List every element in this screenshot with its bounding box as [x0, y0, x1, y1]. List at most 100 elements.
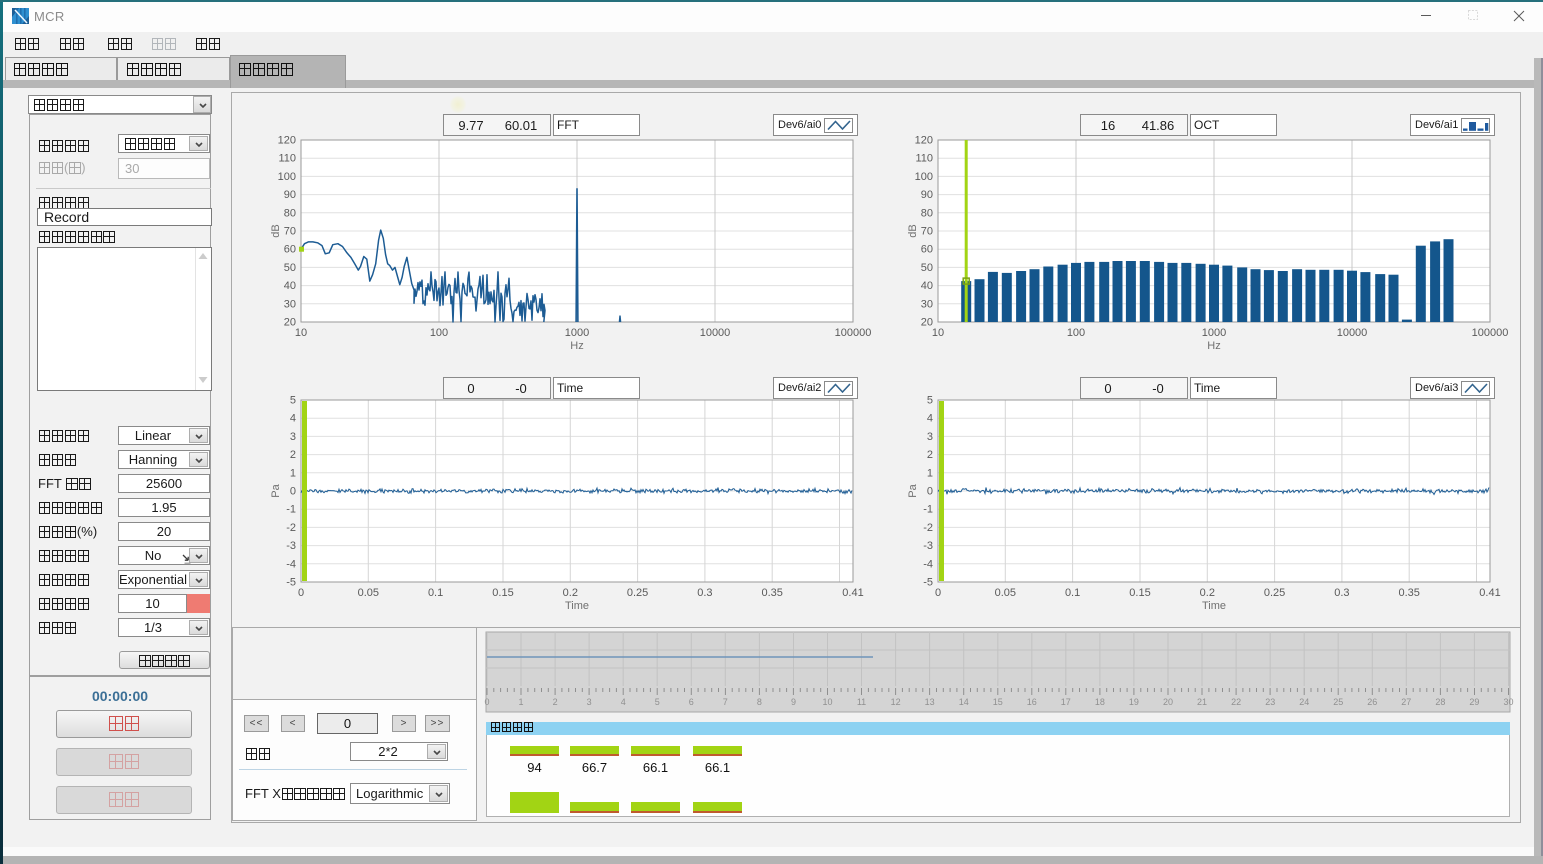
- svg-text:0.15: 0.15: [1129, 587, 1150, 599]
- svg-text:-1: -1: [286, 504, 296, 516]
- svg-text:-4: -4: [286, 558, 296, 570]
- svg-text:18: 18: [1095, 697, 1105, 707]
- svg-text:29: 29: [1469, 697, 1479, 707]
- svg-text:80: 80: [921, 207, 933, 219]
- svg-text:1000: 1000: [1202, 327, 1226, 339]
- svg-text:50: 50: [921, 262, 933, 274]
- svg-text:70: 70: [921, 226, 933, 238]
- svg-text:120: 120: [915, 135, 933, 147]
- svg-text:14: 14: [959, 697, 969, 707]
- svg-text:0.25: 0.25: [627, 587, 648, 599]
- svg-text:10: 10: [932, 327, 944, 339]
- svg-text:0.3: 0.3: [1334, 587, 1349, 599]
- svg-text:Pa: Pa: [270, 483, 282, 497]
- svg-text:0: 0: [927, 486, 933, 498]
- svg-text:0: 0: [935, 587, 941, 599]
- svg-text:4: 4: [290, 413, 296, 425]
- svg-text:2: 2: [927, 449, 933, 461]
- svg-text:10000: 10000: [700, 327, 731, 339]
- svg-text:60: 60: [921, 244, 933, 256]
- svg-text:6: 6: [689, 697, 694, 707]
- svg-text:0: 0: [484, 697, 489, 707]
- svg-text:2: 2: [290, 449, 296, 461]
- svg-text:3: 3: [290, 431, 296, 443]
- svg-text:100: 100: [1067, 327, 1085, 339]
- svg-text:0.25: 0.25: [1264, 587, 1285, 599]
- svg-text:100000: 100000: [835, 327, 872, 339]
- svg-text:0.2: 0.2: [1200, 587, 1215, 599]
- svg-text:19: 19: [1129, 697, 1139, 707]
- svg-text:20: 20: [1163, 697, 1173, 707]
- svg-text:4: 4: [927, 413, 933, 425]
- svg-text:11: 11: [857, 697, 866, 707]
- svg-text:0: 0: [290, 486, 296, 498]
- svg-text:9: 9: [791, 697, 796, 707]
- svg-text:-5: -5: [286, 577, 296, 589]
- svg-text:28: 28: [1435, 697, 1445, 707]
- svg-text:dB: dB: [270, 224, 282, 237]
- svg-text:21: 21: [1197, 697, 1207, 707]
- svg-text:110: 110: [915, 153, 933, 165]
- svg-text:90: 90: [284, 189, 296, 201]
- svg-text:-1: -1: [923, 504, 933, 516]
- svg-text:15: 15: [993, 697, 1003, 707]
- svg-text:0.35: 0.35: [1398, 587, 1419, 599]
- svg-text:22: 22: [1231, 697, 1241, 707]
- svg-text:Hz: Hz: [1207, 340, 1220, 352]
- svg-text:0.1: 0.1: [1065, 587, 1080, 599]
- svg-text:12: 12: [891, 697, 901, 707]
- svg-text:40: 40: [284, 280, 296, 292]
- svg-text:Time: Time: [1202, 600, 1226, 612]
- svg-text:Hz: Hz: [570, 340, 583, 352]
- svg-text:50: 50: [284, 262, 296, 274]
- svg-text:dB: dB: [907, 224, 919, 237]
- svg-text:90: 90: [921, 189, 933, 201]
- svg-text:23: 23: [1265, 697, 1275, 707]
- svg-text:70: 70: [284, 226, 296, 238]
- svg-text:120: 120: [278, 135, 296, 147]
- svg-text:110: 110: [278, 153, 296, 165]
- svg-text:100: 100: [915, 171, 933, 183]
- svg-text:0.15: 0.15: [492, 587, 513, 599]
- svg-text:0.41: 0.41: [842, 587, 863, 599]
- svg-text:13: 13: [925, 697, 935, 707]
- svg-text:5: 5: [290, 395, 296, 407]
- svg-text:16: 16: [1027, 697, 1037, 707]
- svg-text:100000: 100000: [1472, 327, 1509, 339]
- svg-text:5: 5: [927, 395, 933, 407]
- svg-text:-4: -4: [923, 558, 933, 570]
- svg-text:10: 10: [822, 697, 832, 707]
- svg-text:100: 100: [430, 327, 448, 339]
- svg-text:0: 0: [298, 587, 304, 599]
- svg-text:0.05: 0.05: [995, 587, 1016, 599]
- svg-text:Pa: Pa: [907, 483, 919, 497]
- svg-text:0.2: 0.2: [563, 587, 578, 599]
- svg-text:0.1: 0.1: [428, 587, 443, 599]
- svg-text:3: 3: [587, 697, 592, 707]
- svg-text:0.41: 0.41: [1479, 587, 1500, 599]
- svg-text:Time: Time: [565, 600, 589, 612]
- svg-text:1: 1: [927, 467, 933, 479]
- svg-text:0.05: 0.05: [358, 587, 379, 599]
- svg-text:26: 26: [1367, 697, 1377, 707]
- svg-text:-2: -2: [923, 522, 933, 534]
- svg-text:0.3: 0.3: [697, 587, 712, 599]
- svg-text:30: 30: [921, 298, 933, 310]
- svg-text:5: 5: [655, 697, 660, 707]
- svg-text:30: 30: [1503, 697, 1513, 707]
- svg-text:17: 17: [1061, 697, 1071, 707]
- svg-text:27: 27: [1401, 697, 1411, 707]
- svg-text:100: 100: [278, 171, 296, 183]
- svg-text:3: 3: [927, 431, 933, 443]
- svg-text:30: 30: [284, 298, 296, 310]
- svg-text:7: 7: [723, 697, 728, 707]
- svg-text:2: 2: [553, 697, 558, 707]
- svg-text:-5: -5: [923, 577, 933, 589]
- svg-text:24: 24: [1299, 697, 1309, 707]
- svg-text:4: 4: [621, 697, 626, 707]
- svg-text:-3: -3: [923, 540, 933, 552]
- svg-text:1: 1: [518, 697, 523, 707]
- svg-text:1000: 1000: [565, 327, 589, 339]
- svg-text:10000: 10000: [1337, 327, 1368, 339]
- svg-text:8: 8: [757, 697, 762, 707]
